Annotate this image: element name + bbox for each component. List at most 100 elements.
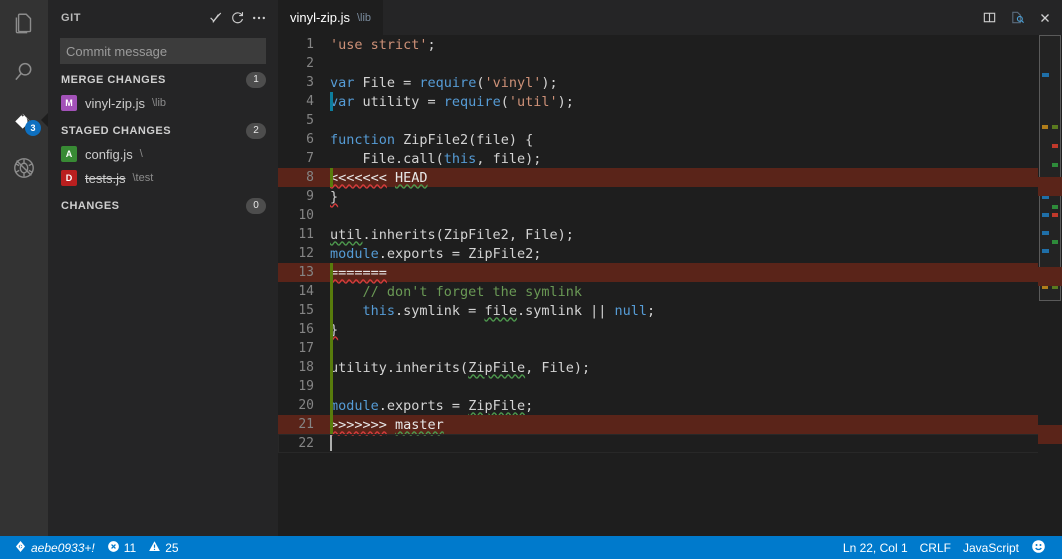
files-icon bbox=[11, 11, 37, 37]
code-line[interactable]: 6 function ZipFile2(file) { bbox=[278, 130, 1062, 149]
code-line-text: module.exports = ZipFile; bbox=[330, 397, 534, 414]
code-line-text: utility.inherits(ZipFile, File); bbox=[330, 359, 591, 376]
code-line[interactable]: 1 'use strict'; bbox=[278, 35, 1062, 54]
status-branch-label: aebe0933+! bbox=[31, 540, 95, 555]
minimap-block bbox=[1052, 163, 1058, 167]
code-line[interactable]: 9} bbox=[278, 187, 1062, 206]
status-language-label: JavaScript bbox=[962, 540, 1019, 555]
scm-status-letter: M bbox=[61, 95, 77, 111]
code-line[interactable]: 8 <<<<<<< HEAD bbox=[278, 168, 1062, 187]
minimap-block bbox=[1052, 240, 1058, 244]
minimap[interactable] bbox=[1038, 35, 1062, 536]
text-cursor bbox=[330, 435, 332, 451]
scm-resource-row[interactable]: Dtests.js \test bbox=[48, 166, 278, 190]
close-icon[interactable] bbox=[1034, 7, 1056, 29]
status-errors[interactable]: 11 bbox=[101, 536, 142, 559]
line-number: 15 bbox=[298, 303, 314, 318]
scm-resource-groups: MERGE CHANGES 1 Mvinyl-zip.js \lib STAGED CH… bbox=[48, 69, 278, 217]
gutter-change-marker bbox=[330, 92, 333, 111]
gutter-change-marker bbox=[330, 377, 333, 396]
refresh-icon[interactable] bbox=[226, 7, 248, 29]
code-line-text: module.exports = ZipFile2; bbox=[330, 245, 542, 262]
scm-group-header[interactable]: STAGED CHANGES 2 bbox=[48, 120, 278, 142]
smiley-icon bbox=[1031, 539, 1046, 557]
line-number: 14 bbox=[298, 284, 314, 299]
gutter-change-marker bbox=[330, 358, 333, 377]
code-line[interactable]: 19 bbox=[278, 377, 1062, 396]
status-warnings[interactable]: 25 bbox=[142, 536, 184, 559]
code-line[interactable]: 21 >>>>>>> master bbox=[278, 415, 1062, 434]
scm-resource-row[interactable]: Mvinyl-zip.js \lib bbox=[48, 91, 278, 115]
code-line[interactable]: 12 module.exports = ZipFile2; bbox=[278, 244, 1062, 263]
minimap-block bbox=[1042, 231, 1049, 235]
minimap-block bbox=[1052, 213, 1058, 217]
code-line-text: <<<<<<< HEAD bbox=[330, 169, 428, 186]
status-language-mode[interactable]: JavaScript bbox=[957, 536, 1025, 559]
line-number: 21 bbox=[298, 417, 314, 432]
status-errors-count: 11 bbox=[123, 540, 137, 555]
line-number: 18 bbox=[298, 360, 314, 375]
status-feedback[interactable] bbox=[1025, 536, 1052, 559]
line-number: 1 bbox=[306, 37, 314, 52]
tab-vinyl-zip-js[interactable]: vinyl-zip.js \lib bbox=[278, 0, 384, 35]
code-line[interactable]: 17 bbox=[278, 339, 1062, 358]
commit-message-box[interactable] bbox=[60, 38, 266, 64]
split-editor-icon[interactable] bbox=[978, 7, 1000, 29]
status-line-endings[interactable]: CRLF bbox=[914, 536, 957, 559]
search-icon bbox=[11, 59, 37, 85]
gutter-change-marker bbox=[330, 415, 333, 434]
scm-resource-row[interactable]: Aconfig.js \ bbox=[48, 142, 278, 166]
code-line[interactable]: 3 var File = require('vinyl'); bbox=[278, 73, 1062, 92]
scm-group-label: MERGE CHANGES bbox=[61, 74, 166, 86]
line-number: 13 bbox=[298, 265, 314, 280]
gutter-change-marker bbox=[330, 282, 333, 301]
gutter-change-marker bbox=[330, 339, 333, 358]
more-actions-icon[interactable] bbox=[248, 7, 270, 29]
code-line[interactable]: 7 File.call(this, file); bbox=[278, 149, 1062, 168]
code-line[interactable]: 15 this.symlink = file.symlink || null; bbox=[278, 301, 1062, 320]
gutter-change-marker bbox=[330, 168, 333, 187]
scm-group-label: CHANGES bbox=[61, 200, 120, 212]
activity-item-debug[interactable] bbox=[0, 144, 48, 192]
scm-file-path: \ bbox=[139, 148, 143, 160]
line-number: 4 bbox=[306, 94, 314, 109]
code-line[interactable]: 5 bbox=[278, 111, 1062, 130]
scm-file-path: \lib bbox=[151, 97, 167, 109]
scm-group-header[interactable]: CHANGES 0 bbox=[48, 195, 278, 217]
commit-message-input[interactable] bbox=[60, 38, 266, 64]
code-line[interactable]: 10 bbox=[278, 206, 1062, 225]
scm-group-header[interactable]: MERGE CHANGES 1 bbox=[48, 69, 278, 91]
code-line[interactable]: 11 util.inherits(ZipFile2, File); bbox=[278, 225, 1062, 244]
activity-item-search[interactable] bbox=[0, 48, 48, 96]
line-number: 22 bbox=[298, 436, 314, 451]
code-line-text: util.inherits(ZipFile2, File); bbox=[330, 226, 574, 243]
scm-group-count: 0 bbox=[246, 198, 266, 214]
active-indicator bbox=[41, 113, 48, 127]
code-line-text: this.symlink = file.symlink || null; bbox=[362, 302, 656, 319]
code-line-text: var File = require('vinyl'); bbox=[330, 74, 558, 91]
code-line[interactable]: 20 module.exports = ZipFile; bbox=[278, 396, 1062, 415]
code-line[interactable]: 4 var utility = require('util'); bbox=[278, 92, 1062, 111]
code-line[interactable]: 16} bbox=[278, 320, 1062, 339]
sidebar-title: GIT bbox=[61, 11, 82, 24]
minimap-conflict-band bbox=[1038, 267, 1062, 286]
line-number: 11 bbox=[298, 227, 314, 242]
code-line[interactable]: 13 ======= bbox=[278, 263, 1062, 282]
code-line[interactable]: 22 bbox=[278, 434, 1062, 453]
activity-item-explorer[interactable] bbox=[0, 0, 48, 48]
code-lines: 1 'use strict'; 2 3 var File = require('viny… bbox=[278, 35, 1062, 453]
activity-item-source-control[interactable]: 3 bbox=[0, 96, 48, 144]
commit-checkmark-icon[interactable] bbox=[204, 7, 226, 29]
minimap-block bbox=[1042, 73, 1049, 77]
status-branch[interactable]: aebe0933+! bbox=[8, 536, 101, 559]
code-editor[interactable]: 1 'use strict'; 2 3 var File = require('viny… bbox=[278, 35, 1062, 536]
scm-file-name: tests.js bbox=[85, 170, 126, 186]
code-line[interactable]: 18 utility.inherits(ZipFile, File); bbox=[278, 358, 1062, 377]
open-changes-icon[interactable] bbox=[1006, 7, 1028, 29]
code-line[interactable]: 14 // don't forget the symlink bbox=[278, 282, 1062, 301]
status-cursor-position[interactable]: Ln 22, Col 1 bbox=[837, 536, 914, 559]
scm-sidebar: GIT MERGE CHANGES 1 Mvinyl-zip.js \lib STAGE… bbox=[48, 0, 278, 536]
status-bar: aebe0933+! 11 25 Ln 22, Col 1 CRLF JavaS… bbox=[0, 536, 1062, 559]
code-line[interactable]: 2 bbox=[278, 54, 1062, 73]
tab-label: vinyl-zip.js bbox=[290, 10, 350, 25]
